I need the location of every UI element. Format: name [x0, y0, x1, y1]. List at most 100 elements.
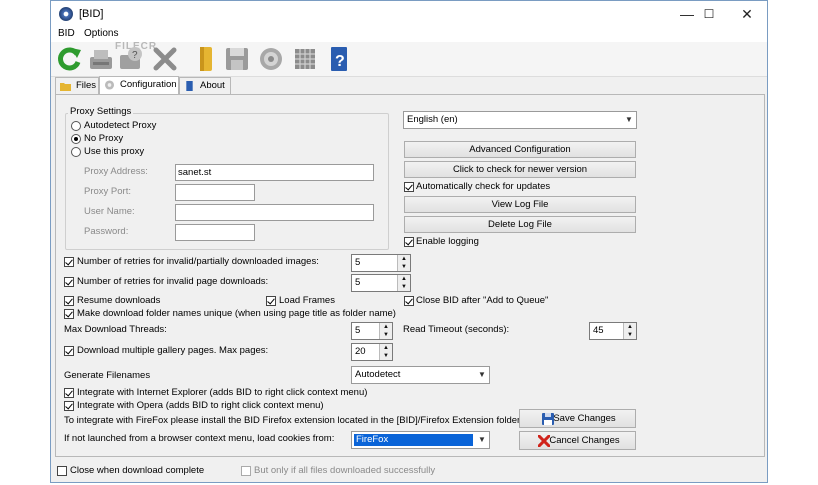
max-pages-value: 20 — [355, 346, 366, 357]
unique-folder-names-checkbox[interactable] — [64, 309, 74, 319]
only-if-success-checkbox[interactable] — [241, 466, 251, 476]
title-bar: [BID] — ☐ ✕ — [51, 1, 767, 27]
chevron-down-icon: ▼ — [478, 435, 486, 444]
refresh-icon[interactable] — [55, 45, 83, 73]
cookies-source-select[interactable]: FireFox ▼ — [351, 431, 490, 449]
tab-about-label: About — [200, 80, 225, 91]
stepper-arrows[interactable]: ▲ ▼ — [379, 344, 392, 360]
radio-autodetect-proxy[interactable] — [71, 121, 81, 131]
configuration-panel: Proxy Settings Autodetect Proxy No Proxy… — [55, 94, 765, 457]
tab-about[interactable]: About — [179, 77, 231, 94]
radio-no-proxy[interactable] — [71, 134, 81, 144]
retries-pages-label: Number of retries for invalid page downl… — [77, 276, 269, 287]
password-field[interactable] — [175, 224, 255, 241]
stop-icon[interactable] — [151, 45, 179, 73]
close-button[interactable]: ✕ — [725, 1, 769, 27]
generate-filenames-label: Generate Filenames — [64, 370, 151, 381]
multiple-pages-label: Download multiple gallery pages. Max pag… — [77, 345, 269, 356]
radio-use-this-proxy[interactable] — [71, 147, 81, 157]
cancel-x-icon — [538, 435, 550, 447]
read-timeout-value: 45 — [593, 325, 604, 336]
floppy-icon — [542, 413, 554, 425]
close-when-complete-checkbox[interactable] — [57, 466, 67, 476]
proxy-address-field[interactable]: sanet.st — [175, 164, 374, 181]
generate-filenames-value: Autodetect — [355, 369, 401, 380]
cookies-source-value: FireFox — [354, 434, 473, 446]
down-arrow-icon: ▼ — [401, 264, 407, 270]
toolbar: FILECR ? ? — [51, 41, 767, 77]
save-changes-button[interactable]: Save Changes — [519, 409, 636, 428]
load-frames-checkbox[interactable] — [266, 296, 276, 306]
chevron-down-icon: ▼ — [625, 115, 633, 124]
delete-log-file-button[interactable]: Delete Log File — [404, 216, 636, 233]
retries-images-checkbox[interactable] — [64, 257, 74, 267]
grid-icon[interactable] — [291, 45, 319, 73]
stepper-arrows[interactable]: ▲ ▼ — [623, 323, 636, 339]
app-icon — [59, 7, 73, 21]
down-arrow-icon: ▼ — [383, 332, 389, 338]
window-title: [BID] — [79, 8, 104, 20]
app-window: [BID] — ☐ ✕ BID Options FILECR ? ? Files… — [50, 0, 768, 483]
max-threads-stepper[interactable]: 5 ▲ ▼ — [351, 322, 393, 340]
up-arrow-icon: ▲ — [627, 324, 633, 330]
settings-icon[interactable] — [257, 45, 285, 73]
info-icon[interactable]: ? — [325, 45, 353, 73]
integrate-opera-label: Integrate with Opera (adds BID to right … — [77, 400, 324, 411]
resume-downloads-label: Resume downloads — [77, 295, 161, 306]
svg-text:?: ? — [335, 53, 345, 70]
language-value: English (en) — [407, 114, 458, 125]
unique-folder-names-label: Make download folder names unique (when … — [77, 308, 396, 319]
folder-icon[interactable] — [191, 45, 219, 73]
tab-files[interactable]: Files — [55, 77, 99, 94]
language-select[interactable]: English (en) ▼ — [403, 111, 637, 129]
up-arrow-icon: ▲ — [401, 276, 407, 282]
max-threads-label: Max Download Threads: — [64, 324, 167, 335]
max-pages-stepper[interactable]: 20 ▲ ▼ — [351, 343, 393, 361]
cancel-changes-button[interactable]: Cancel Changes — [519, 431, 636, 450]
svg-text:?: ? — [132, 50, 138, 61]
password-label: Password: — [84, 226, 129, 237]
enable-logging-checkbox[interactable] — [404, 237, 414, 247]
proxy-address-label: Proxy Address: — [84, 166, 148, 177]
tab-configuration[interactable]: Configuration — [99, 76, 179, 95]
integrate-ie-checkbox[interactable] — [64, 388, 74, 398]
tab-files-label: Files — [76, 80, 97, 91]
check-newer-version-button[interactable]: Click to check for newer version — [404, 161, 636, 178]
retries-images-stepper[interactable]: 5 ▲ ▼ — [351, 254, 411, 272]
download-icon[interactable] — [87, 45, 115, 73]
help-icon[interactable]: ? — [117, 45, 145, 73]
view-log-file-button[interactable]: View Log File — [404, 196, 636, 213]
multiple-pages-checkbox[interactable] — [64, 346, 74, 356]
menu-bar: BID Options — [51, 27, 767, 42]
stepper-arrows[interactable]: ▲ ▼ — [397, 275, 410, 291]
down-arrow-icon: ▼ — [627, 332, 633, 338]
firefox-note: To integrate with FireFox please install… — [64, 415, 523, 426]
no-proxy-label: No Proxy — [84, 133, 124, 144]
resume-downloads-checkbox[interactable] — [64, 296, 74, 306]
proxy-port-field[interactable] — [175, 184, 255, 201]
integrate-opera-checkbox[interactable] — [64, 401, 74, 411]
close-bid-checkbox[interactable] — [404, 296, 414, 306]
stepper-arrows[interactable]: ▲ ▼ — [397, 255, 410, 271]
max-threads-value: 5 — [355, 325, 361, 336]
read-timeout-stepper[interactable]: 45 ▲ ▼ — [589, 322, 637, 340]
auto-check-updates-checkbox[interactable] — [404, 182, 414, 192]
save-icon[interactable] — [223, 45, 251, 73]
generate-filenames-select[interactable]: Autodetect ▼ — [351, 366, 490, 384]
menu-bid[interactable]: BID — [58, 28, 75, 39]
menu-options[interactable]: Options — [84, 28, 118, 39]
use-this-proxy-label: Use this proxy — [84, 146, 145, 157]
save-changes-label: Save Changes — [553, 413, 616, 424]
read-timeout-label: Read Timeout (seconds): — [403, 324, 510, 335]
tab-strip: Files Configuration About — [51, 76, 767, 95]
stepper-arrows[interactable]: ▲ ▼ — [379, 323, 392, 339]
retries-pages-stepper[interactable]: 5 ▲ ▼ — [351, 274, 411, 292]
only-if-success-label: But only if all files downloaded success… — [254, 465, 436, 476]
retries-pages-checkbox[interactable] — [64, 277, 74, 287]
status-bar: Close when download complete But only if… — [51, 458, 767, 482]
user-name-label: User Name: — [84, 206, 135, 217]
up-arrow-icon: ▲ — [401, 256, 407, 262]
close-bid-label: Close BID after "Add to Queue" — [416, 295, 549, 306]
advanced-configuration-button[interactable]: Advanced Configuration — [404, 141, 636, 158]
user-name-field[interactable] — [175, 204, 374, 221]
